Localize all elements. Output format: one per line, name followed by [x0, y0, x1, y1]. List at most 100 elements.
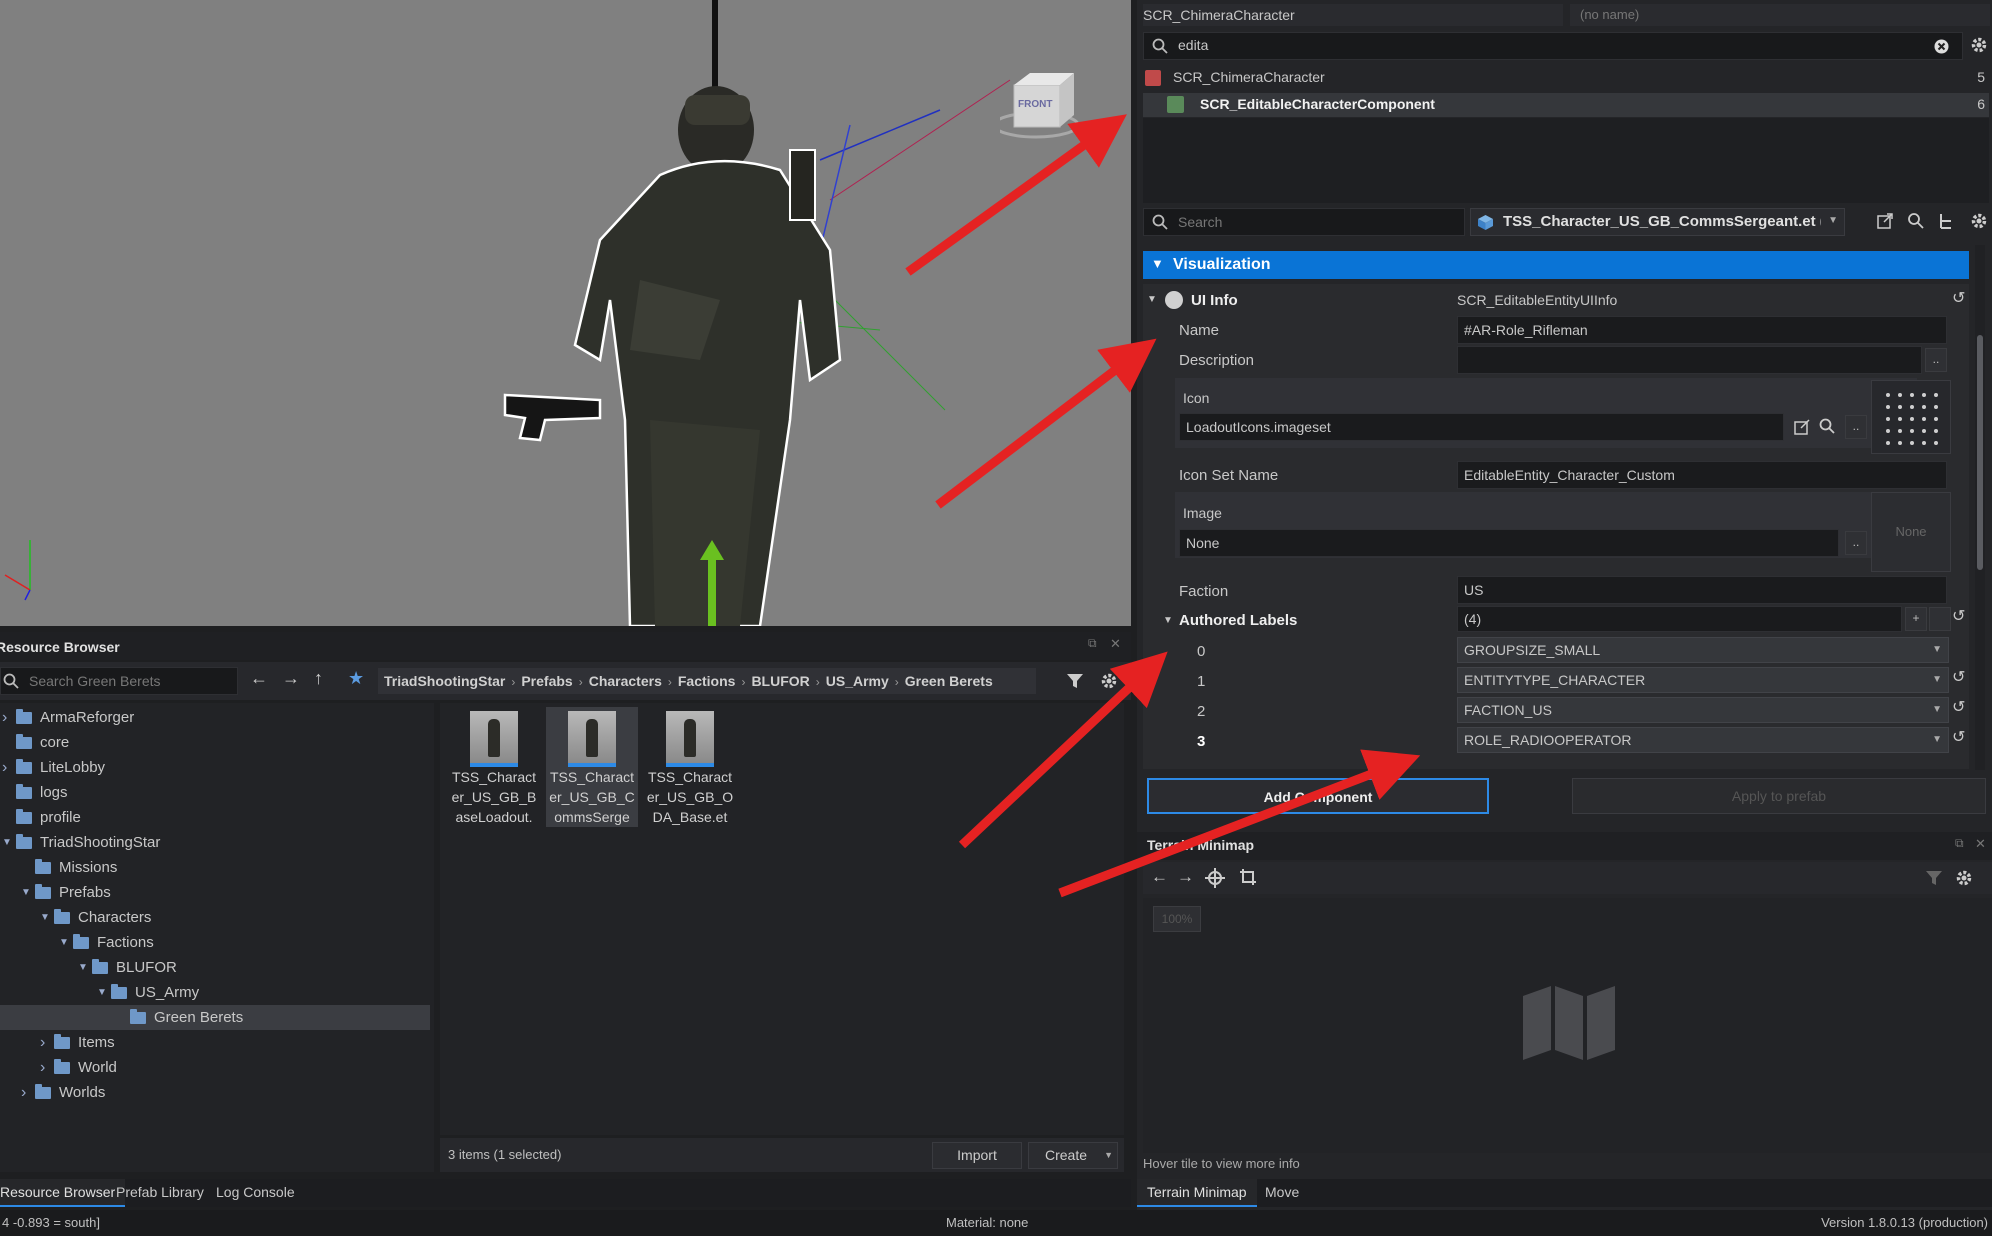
undock-icon[interactable]: ⧉ [1955, 836, 1964, 851]
apply-to-prefab-button[interactable]: Apply to prefab [1572, 778, 1986, 814]
icon-edit-button[interactable]: .. [1845, 415, 1867, 439]
authored-label-3[interactable]: ROLE_RADIOOPERATOR ▼ [1457, 727, 1949, 753]
resource-search[interactable]: Search Green Berets [0, 667, 238, 695]
crop-icon[interactable] [1239, 868, 1257, 886]
chevron-right-icon[interactable]: › [2, 705, 7, 730]
up-arrow-icon[interactable]: ↑ [314, 668, 323, 689]
find-icon[interactable] [1907, 212, 1925, 230]
back-arrow-icon[interactable]: ← [250, 668, 268, 689]
description-field[interactable] [1457, 346, 1922, 374]
tree-item[interactable]: ▼ Factions [0, 930, 430, 955]
chevron-right-icon[interactable]: › [40, 1030, 45, 1055]
faction-field[interactable]: US [1457, 576, 1947, 604]
tree-item[interactable]: logs [0, 780, 430, 805]
image-field[interactable]: None [1179, 529, 1839, 557]
tree-item[interactable]: Green Berets [0, 1005, 430, 1030]
breadcrumb-item[interactable]: BLUFOR [745, 668, 815, 694]
open-external-icon[interactable] [1793, 418, 1811, 436]
forward-arrow-icon[interactable]: → [282, 668, 300, 689]
chevron-down-icon[interactable]: ▼ [40, 905, 50, 930]
chevron-right-icon[interactable]: › [40, 1055, 45, 1080]
close-icon[interactable]: ✕ [1975, 836, 1986, 852]
tree-item[interactable]: ▼ TriadShootingStar [0, 830, 430, 855]
add-label-button[interactable]: + [1905, 607, 1927, 631]
tree-item[interactable]: ▼ US_Army [0, 980, 430, 1005]
star-icon[interactable]: ★ [348, 668, 364, 689]
chevron-down-icon[interactable]: ▼ [1163, 615, 1173, 626]
gear-icon[interactable] [1100, 672, 1118, 690]
chevron-down-icon[interactable]: ▼ [59, 930, 69, 955]
filter-icon[interactable] [1066, 672, 1084, 690]
file-tile[interactable]: TSS_Charact er_US_GB_B aseLoadout. [448, 707, 540, 827]
gear-icon[interactable] [1970, 36, 1988, 54]
scene-viewport[interactable]: FRONT [0, 0, 1131, 626]
filter-icon[interactable] [1925, 869, 1943, 887]
authored-label-2[interactable]: FACTION_US ▼ [1457, 697, 1949, 723]
back-arrow-icon[interactable]: ← [1151, 867, 1168, 887]
tree-item[interactable]: profile [0, 805, 430, 830]
chevron-down-icon[interactable]: ▼ [21, 880, 31, 905]
clear-search-icon[interactable] [1934, 39, 1949, 54]
authored-label-1[interactable]: ENTITYTYPE_CHARACTER ▼ [1457, 667, 1949, 693]
scrollbar-thumb[interactable] [1977, 335, 1983, 570]
tree-item[interactable]: ▼ Characters [0, 905, 430, 930]
breadcrumb-item[interactable]: Characters [583, 668, 668, 694]
forward-arrow-icon[interactable]: → [1177, 867, 1194, 887]
zoom-level[interactable]: 100% [1153, 906, 1201, 932]
image-edit-button[interactable]: .. [1845, 531, 1867, 555]
open-external-icon[interactable] [1876, 212, 1894, 230]
chevron-right-icon[interactable]: › [21, 1080, 26, 1105]
import-button[interactable]: Import [932, 1142, 1022, 1169]
gear-icon[interactable] [1970, 212, 1988, 230]
create-button[interactable]: Create ▼ [1028, 1142, 1118, 1169]
component-search[interactable]: edita [1143, 32, 1963, 60]
tree-item[interactable]: › ArmaReforger [0, 705, 430, 730]
gear-icon[interactable] [1955, 869, 1973, 887]
breadcrumb-item[interactable]: US_Army [820, 668, 895, 694]
breadcrumb-item[interactable]: Green Berets [899, 668, 999, 694]
label-options-button[interactable] [1929, 607, 1951, 631]
tree-item[interactable]: › LiteLobby [0, 755, 430, 780]
reset-icon[interactable]: ↺ [1952, 667, 1965, 687]
property-search[interactable]: Search [1143, 208, 1465, 236]
reset-icon[interactable]: ↺ [1952, 727, 1965, 747]
breadcrumb-item[interactable]: Prefabs [515, 668, 578, 694]
breadcrumb-item[interactable]: Factions [672, 668, 742, 694]
icon-field[interactable]: LoadoutIcons.imageset [1179, 413, 1784, 441]
file-tile[interactable]: TSS_Charact er_US_GB_C ommsSerge [546, 707, 638, 827]
chevron-down-icon[interactable]: ▼ [97, 980, 107, 1005]
reset-icon[interactable]: ↺ [1952, 288, 1965, 308]
entity-name-field[interactable]: (no name) [1570, 4, 1990, 26]
tree-item[interactable]: core [0, 730, 430, 755]
authored-label-0[interactable]: GROUPSIZE_SMALL ▼ [1457, 637, 1949, 663]
hierarchy-icon[interactable] [1937, 212, 1955, 230]
prefab-selector[interactable]: TSS_Character_US_GB_CommsSergeant.et ( ▼ [1470, 208, 1845, 236]
close-icon[interactable]: ✕ [1110, 636, 1121, 652]
tab-move[interactable]: Move [1255, 1179, 1309, 1205]
reset-icon[interactable]: ↺ [1952, 606, 1965, 626]
add-component-button[interactable]: Add Component [1147, 778, 1489, 814]
name-field[interactable]: #AR-Role_Rifleman [1457, 316, 1947, 344]
visualization-section-header[interactable]: ▼ Visualization [1143, 251, 1969, 279]
tree-item[interactable]: › Worlds [0, 1080, 430, 1105]
chevron-right-icon[interactable]: › [2, 755, 7, 780]
entity-row-component[interactable]: SCR_EditableCharacterComponent 6 [1143, 93, 1989, 117]
tree-item[interactable]: › World [0, 1055, 430, 1080]
reset-icon[interactable]: ↺ [1952, 697, 1965, 717]
description-edit-button[interactable]: .. [1925, 348, 1947, 372]
tree-item[interactable]: Missions [0, 855, 430, 880]
chevron-down-icon[interactable]: ▼ [2, 830, 12, 855]
tab-log-console[interactable]: Log Console [206, 1179, 305, 1205]
orientation-gizmo[interactable]: FRONT [992, 65, 1080, 139]
property-scrollbar[interactable] [1975, 245, 1985, 770]
breadcrumb-item[interactable]: TriadShootingStar [378, 668, 511, 694]
tab-prefab-library[interactable]: Prefab Library [106, 1179, 214, 1205]
tree-item[interactable]: ▼ BLUFOR [0, 955, 430, 980]
minimap-canvas[interactable]: 100% [1143, 898, 1992, 1153]
tree-item[interactable]: ▼ Prefabs [0, 880, 430, 905]
tab-terrain-minimap[interactable]: Terrain Minimap [1137, 1179, 1257, 1207]
undock-icon[interactable]: ⧉ [1088, 636, 1097, 651]
icon-set-name-field[interactable]: EditableEntity_Character_Custom [1457, 461, 1947, 489]
crosshair-icon[interactable] [1205, 868, 1225, 888]
file-tile[interactable]: TSS_Charact er_US_GB_O DA_Base.et [644, 707, 736, 827]
